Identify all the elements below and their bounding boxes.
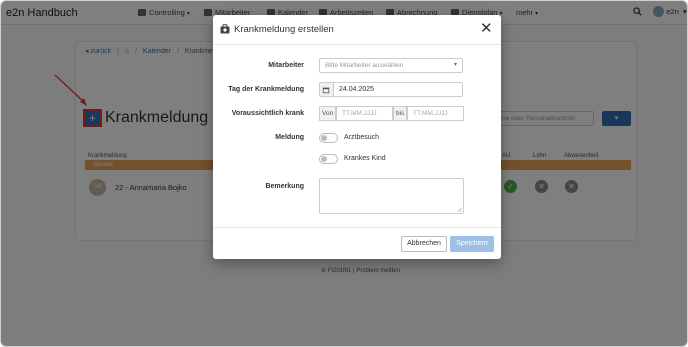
arztbesuch-toggle[interactable] [319,133,338,143]
tag-label: Tag der Krankmeldung [228,86,304,93]
von-label: Von [319,106,336,121]
krankmeldung-modal: Krankmeldung erstellen ✕ Mitarbeiter Bit… [213,15,501,259]
close-button[interactable]: ✕ [480,21,493,36]
save-button[interactable]: Speichern [450,236,494,252]
bemerkung-label: Bemerkung [265,183,304,190]
mitarbeiter-select[interactable]: Bitte Mitarbeiter auswählen ▾ [319,58,463,73]
app-window: e2n Handbuch Controlling▾ Mitarbeiter Ka… [0,0,688,347]
meldung-label: Meldung [275,134,304,141]
krank-label: Voraussichtlich krank [231,110,304,117]
arztbesuch-label: Arztbesuch [344,134,380,141]
modal-title: Krankmeldung erstellen [234,24,334,35]
bemerkung-textarea[interactable] [319,178,464,214]
cancel-button[interactable]: Abbrechen [401,236,447,252]
tag-date-field[interactable]: 24.04.2025 [333,82,463,97]
modal-footer-divider [213,227,501,228]
calendar-icon[interactable] [319,82,333,97]
briefcase-icon [220,24,230,34]
bis-label: bis [393,106,407,121]
bis-date-field[interactable]: TT.MM.JJJJ [407,106,464,121]
krankes-kind-label: Krankes Kind [344,155,386,162]
krankes-kind-toggle[interactable] [319,154,338,164]
resize-handle-icon[interactable] [457,207,462,212]
von-date-field[interactable]: TT.MM.JJJJ [336,106,393,121]
modal-header: Krankmeldung erstellen ✕ [213,15,501,45]
chevron-down-icon: ▾ [453,62,457,68]
mitarbeiter-label: Mitarbeiter [268,62,304,69]
